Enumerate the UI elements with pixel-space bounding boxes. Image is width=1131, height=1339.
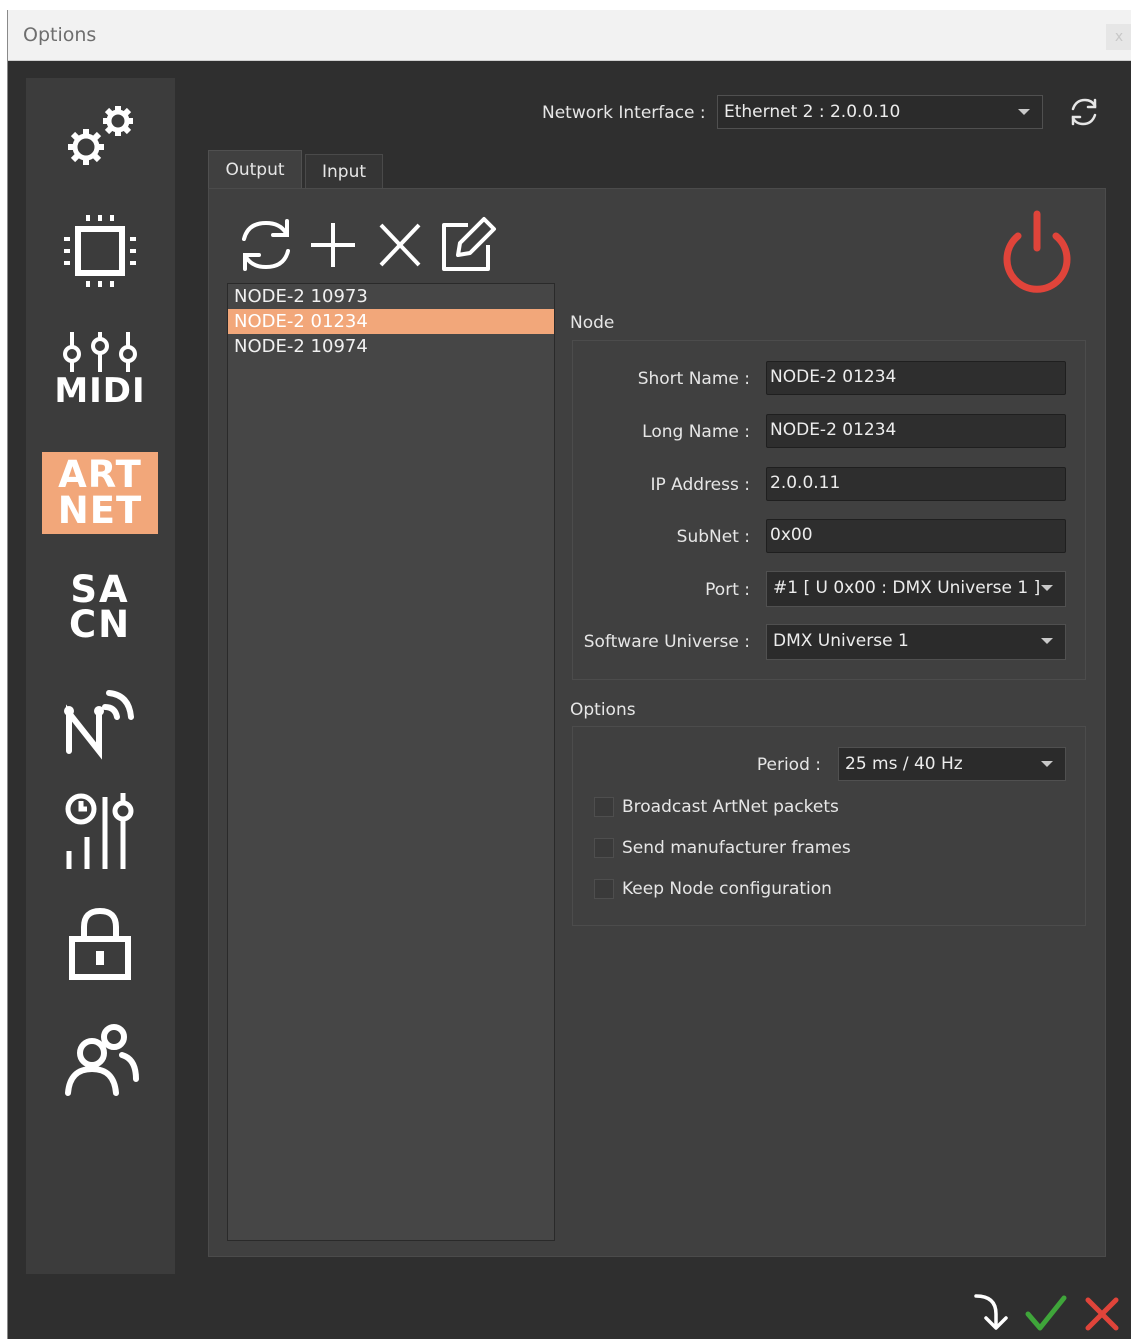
close-button[interactable]: x bbox=[1106, 24, 1131, 50]
short-name-field[interactable]: NODE-2 01234 bbox=[766, 361, 1066, 395]
subnet-label: SubNet : bbox=[676, 527, 750, 547]
send-manufacturer-frames-checkbox[interactable] bbox=[594, 838, 614, 858]
add-node-icon[interactable] bbox=[306, 215, 360, 275]
sacn-logo-line2: CN bbox=[68, 603, 132, 646]
period-value: 25 ms / 40 Hz bbox=[845, 754, 963, 774]
period-label: Period : bbox=[756, 755, 821, 775]
users-icon bbox=[65, 1024, 139, 1096]
chevron-down-icon bbox=[1041, 761, 1053, 767]
sidebar: MIDI ART NET SA CN bbox=[26, 78, 175, 1274]
ip-address-field[interactable]: 2.0.0.11 bbox=[766, 467, 1066, 501]
broadcast-artnet-checkbox[interactable] bbox=[594, 797, 614, 817]
options-group-title: Options bbox=[570, 700, 636, 720]
port-select[interactable]: #1 [ U 0x00 : DMX Universe 1 ] bbox=[766, 571, 1066, 607]
ok-check-icon[interactable] bbox=[1024, 1294, 1068, 1334]
chip-icon bbox=[64, 215, 136, 287]
long-name-label: Long Name : bbox=[642, 422, 750, 442]
broadcast-artnet-label: Broadcast ArtNet packets bbox=[622, 797, 839, 817]
port-value: #1 [ U 0x00 : DMX Universe 1 ] bbox=[773, 578, 1041, 598]
lock-icon bbox=[69, 907, 131, 980]
subnet-field[interactable]: 0x00 bbox=[766, 519, 1066, 553]
sidebar-item-security[interactable] bbox=[42, 902, 158, 984]
list-item[interactable]: NODE-2 10973 bbox=[228, 284, 554, 309]
refresh-nodes-icon[interactable] bbox=[236, 215, 296, 275]
delete-node-icon[interactable] bbox=[373, 215, 427, 275]
options-window: Options x MIDI ART NET SA CN Network Int… bbox=[7, 10, 1131, 1339]
sidebar-item-sacn[interactable]: SA CN bbox=[42, 566, 158, 648]
sidebar-item-users[interactable] bbox=[42, 1018, 158, 1100]
list-item-selected[interactable]: NODE-2 01234 bbox=[228, 309, 554, 334]
title-bar: Options x bbox=[8, 10, 1131, 61]
send-manufacturer-frames-label: Send manufacturer frames bbox=[622, 838, 851, 858]
power-icon[interactable] bbox=[996, 208, 1078, 294]
software-universe-label: Software Universe : bbox=[583, 632, 750, 652]
artnet-logo-line1: ART bbox=[58, 453, 142, 496]
sacn-logo-line1: SA bbox=[70, 568, 130, 611]
ip-address-label: IP Address : bbox=[650, 475, 750, 495]
midi-text: MIDI bbox=[54, 371, 146, 411]
keep-node-configuration-checkbox[interactable] bbox=[594, 879, 614, 899]
network-interface-label: Network Interface : bbox=[542, 103, 706, 123]
window-title: Options bbox=[23, 24, 97, 46]
sidebar-item-hardware[interactable] bbox=[42, 210, 158, 292]
node-group-title: Node bbox=[570, 313, 615, 333]
period-select[interactable]: 25 ms / 40 Hz bbox=[838, 747, 1066, 781]
chevron-down-icon bbox=[1041, 638, 1053, 644]
edit-node-icon[interactable] bbox=[438, 215, 498, 275]
network-interface-select[interactable]: Ethernet 2 : 2.0.0.10 bbox=[717, 95, 1043, 129]
network-interface-value: Ethernet 2 : 2.0.0.10 bbox=[724, 102, 901, 122]
short-name-label: Short Name : bbox=[637, 369, 750, 389]
long-name-field[interactable]: NODE-2 01234 bbox=[766, 414, 1066, 448]
sidebar-item-midi[interactable]: MIDI bbox=[42, 324, 158, 414]
midi-faders-icon: MIDI bbox=[54, 330, 145, 408]
faders-icon bbox=[62, 332, 137, 372]
port-label: Port : bbox=[705, 580, 750, 600]
artnet-logo-line2: NET bbox=[57, 489, 143, 532]
sacn-logo: SA CN bbox=[68, 568, 132, 646]
software-universe-value: DMX Universe 1 bbox=[773, 631, 909, 651]
timecode-faders-icon bbox=[65, 793, 134, 869]
sidebar-item-network[interactable] bbox=[42, 678, 158, 760]
artnet-logo: ART NET bbox=[57, 453, 143, 532]
chevron-down-icon bbox=[1018, 109, 1030, 115]
tab-input[interactable]: Input bbox=[305, 154, 383, 188]
sidebar-item-general-settings[interactable] bbox=[42, 96, 158, 178]
gears-icon bbox=[68, 106, 133, 165]
sidebar-item-timecode[interactable] bbox=[42, 788, 158, 876]
list-item[interactable]: NODE-2 10974 bbox=[228, 334, 554, 359]
tab-output[interactable]: Output bbox=[208, 150, 302, 188]
cancel-x-icon[interactable] bbox=[1082, 1294, 1122, 1334]
chevron-down-icon bbox=[1041, 585, 1053, 591]
refresh-icon[interactable] bbox=[1068, 96, 1100, 128]
network-wireless-icon bbox=[64, 690, 134, 760]
keep-node-configuration-label: Keep Node configuration bbox=[622, 879, 832, 899]
apply-arrow-icon[interactable] bbox=[970, 1290, 1010, 1332]
node-list[interactable]: NODE-2 10973 NODE-2 01234 NODE-2 10974 bbox=[227, 283, 555, 1241]
sidebar-item-artnet[interactable]: ART NET bbox=[42, 452, 158, 534]
software-universe-select[interactable]: DMX Universe 1 bbox=[766, 624, 1066, 660]
